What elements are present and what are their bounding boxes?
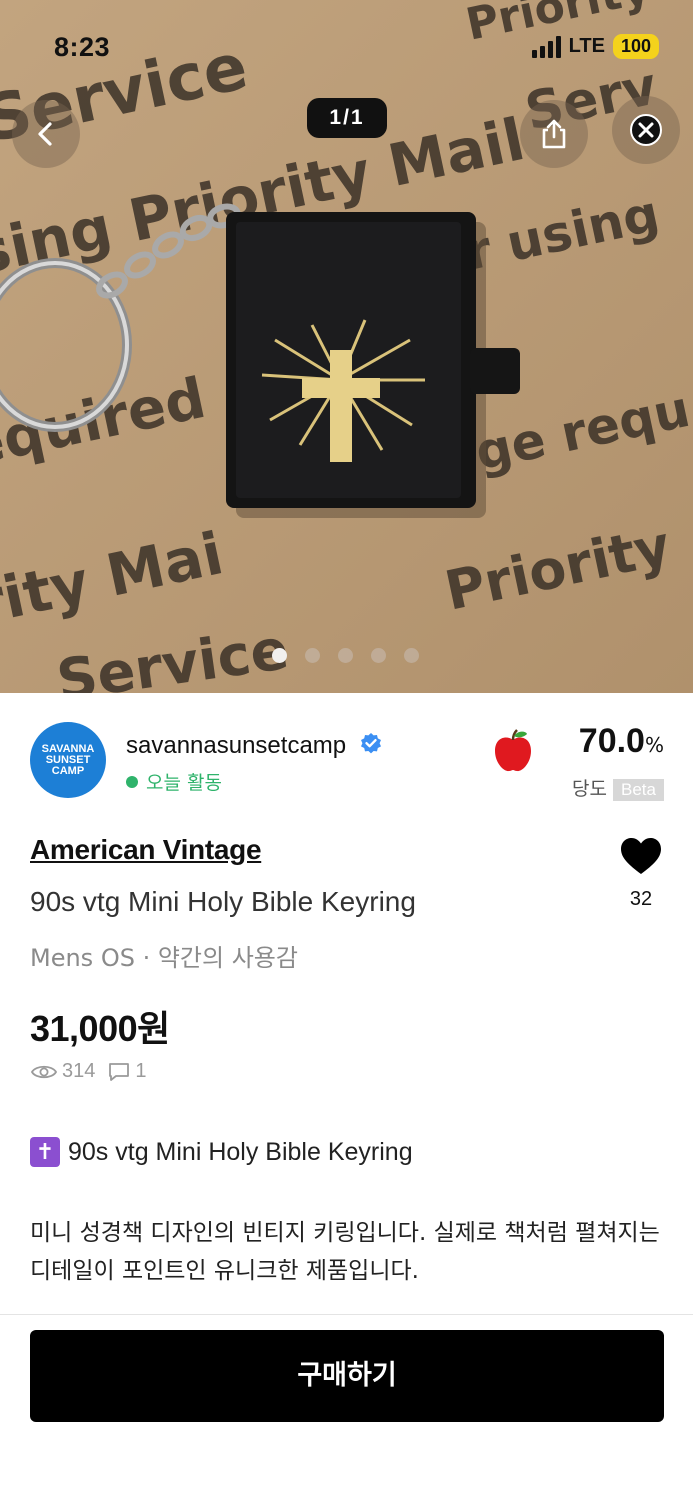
status-time: 8:23 <box>54 32 111 62</box>
page-dot[interactable] <box>338 648 353 663</box>
share-button[interactable] <box>520 100 588 168</box>
share-icon <box>542 119 566 149</box>
score-label-text: 당도 <box>572 778 608 800</box>
seller-name-text: savannasunsetcamp <box>126 732 347 759</box>
eye-icon <box>30 1065 58 1078</box>
online-dot-icon <box>126 776 138 788</box>
score-label: 당도 Beta <box>572 774 664 801</box>
photo-counter: 1/1 <box>307 98 387 138</box>
back-button[interactable] <box>12 100 80 168</box>
beta-badge: Beta <box>613 779 664 801</box>
signal-icon <box>531 35 561 58</box>
score-unit: % <box>644 733 664 757</box>
description-body: 미니 성경책 디자인의 빈티지 키링입니다. 실제로 책처럼 펼쳐지는 디테일이… <box>30 1220 660 1284</box>
avatar-text-line: SUNSET <box>45 753 91 766</box>
apple-icon <box>495 729 531 772</box>
comment-icon <box>109 1062 130 1081</box>
activity-text: 오늘 활동 <box>146 772 222 794</box>
seller-name[interactable]: savannasunsetcamp <box>126 732 383 760</box>
page-dot[interactable] <box>305 648 320 663</box>
product-price: 31,000원 <box>30 1008 170 1049</box>
photo-page-indicator <box>272 648 419 663</box>
seller-score[interactable]: 70.0% <box>579 722 664 761</box>
heart-icon <box>621 838 661 874</box>
like-button[interactable]: 32 <box>614 836 668 911</box>
close-button[interactable] <box>612 96 680 164</box>
verified-badge-icon <box>360 733 381 754</box>
like-count: 32 <box>629 888 653 910</box>
product-title: 90s vtg Mini Holy Bible Keyring <box>30 886 416 917</box>
brand-link[interactable]: American Vintage <box>30 834 262 866</box>
seller-activity-status: 오늘 활동 <box>126 768 222 795</box>
close-icon <box>630 114 662 146</box>
description-title: ✝ 90s vtg Mini Holy Bible Keyring <box>30 1137 413 1167</box>
chevron-left-icon <box>38 122 52 146</box>
description-title-text: 90s vtg Mini Holy Bible Keyring <box>68 1137 413 1166</box>
page-dot[interactable] <box>272 648 287 663</box>
battery-indicator: 100 <box>612 34 659 59</box>
score-value: 70.0 <box>578 722 645 760</box>
avatar-text-line: SAVANNA <box>41 742 95 755</box>
view-count: 314 <box>62 1060 96 1082</box>
buy-button[interactable]: 구매하기 <box>30 1330 664 1422</box>
cross-icon: ✝ <box>30 1137 60 1167</box>
page-dot[interactable] <box>371 648 386 663</box>
avatar-text-line: CAMP <box>51 764 85 777</box>
seller-row[interactable]: SAVANNA SUNSET CAMP savannasunsetcamp 오늘… <box>30 712 664 812</box>
comment-count: 1 <box>135 1060 147 1082</box>
status-indicators: LTE 100 <box>531 34 659 59</box>
product-meta: Mens OS · 약간의 사용감 <box>30 944 298 972</box>
page-dot[interactable] <box>404 648 419 663</box>
divider <box>0 1314 693 1315</box>
network-type: LTE <box>568 35 605 57</box>
seller-avatar[interactable]: SAVANNA SUNSET CAMP <box>30 722 106 798</box>
product-stats: 314 1 <box>30 1060 147 1083</box>
product-photo[interactable]: Service sing Priority Mail equired rity … <box>0 0 693 693</box>
